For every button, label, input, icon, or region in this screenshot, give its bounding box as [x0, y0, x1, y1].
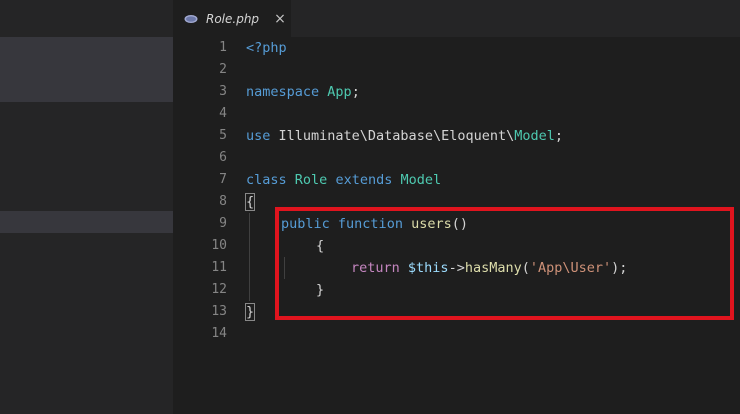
line-number: 7	[219, 172, 227, 187]
keyword: use	[246, 128, 271, 144]
explorer-sidebar	[0, 0, 173, 414]
line-number: 4	[219, 106, 227, 121]
highlight-box	[275, 207, 734, 320]
indent-guide	[249, 213, 250, 301]
php-file-icon	[184, 14, 198, 24]
keyword: extends	[335, 172, 393, 188]
line-number: 12	[211, 282, 227, 297]
line-number: 14	[211, 326, 227, 341]
tab-label: Role.php	[206, 11, 260, 26]
line-number: 13	[211, 304, 227, 319]
namespace-path: Illuminate\Database\Eloquent\	[270, 128, 515, 144]
parent-class-name: Model	[400, 172, 442, 188]
editor-tab-bar: Role.php ×	[173, 0, 740, 37]
code-line-1: <?php	[246, 37, 287, 59]
tab-role-php[interactable]: Role.php ×	[173, 0, 291, 37]
line-number: 3	[219, 84, 227, 99]
line-number: 2	[219, 62, 227, 77]
code-line-8: {	[244, 191, 256, 213]
line-number: 9	[219, 216, 227, 231]
line-number: 6	[219, 150, 227, 165]
keyword: class	[246, 172, 287, 188]
line-number: 10	[211, 238, 227, 253]
sidebar-selected-region[interactable]	[0, 37, 173, 102]
close-icon[interactable]: ×	[274, 11, 286, 27]
open-brace: {	[244, 193, 256, 211]
code-line-13: }	[244, 301, 256, 323]
class-name: Model	[514, 128, 555, 144]
code-line-7: class Role extends Model	[246, 169, 441, 191]
line-number: 8	[219, 194, 227, 209]
code-line-3: namespace App;	[246, 81, 360, 103]
class-name: Role	[294, 172, 328, 188]
punctuation: ;	[554, 128, 564, 144]
punctuation: ;	[351, 84, 360, 100]
close-brace: }	[244, 303, 256, 321]
namespace-name: App	[327, 84, 352, 100]
php-open-tag: <?php	[246, 40, 287, 56]
code-line-5: use Illuminate\Database\Eloquent\Model;	[246, 125, 563, 147]
sidebar-header	[0, 0, 173, 37]
line-number: 1	[219, 40, 227, 55]
sidebar-hover-item[interactable]	[0, 211, 173, 233]
line-number: 11	[211, 260, 227, 275]
line-number: 5	[219, 128, 227, 143]
keyword: namespace	[246, 84, 320, 100]
